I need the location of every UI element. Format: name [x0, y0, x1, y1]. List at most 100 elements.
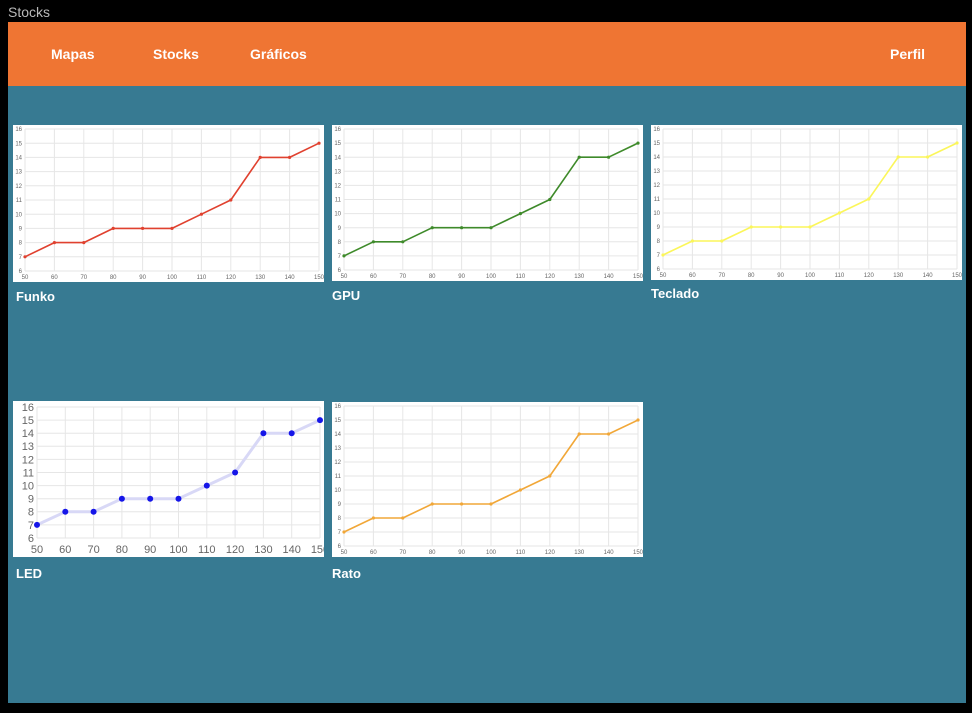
data-point[interactable] — [232, 469, 239, 476]
y-tick-label: 9 — [28, 494, 34, 506]
chart-led: 6 7 8 9 10 11 12 13 14 15 16 50 60 70 80 90 100 110 120 130… — [13, 401, 324, 557]
data-point[interactable] — [118, 495, 125, 502]
data-point[interactable] — [607, 155, 611, 159]
data-point[interactable] — [430, 502, 434, 506]
data-point[interactable] — [317, 141, 321, 145]
y-tick-label: 8 — [338, 516, 342, 522]
data-point[interactable] — [518, 488, 522, 492]
data-point[interactable] — [548, 474, 552, 478]
app-container: Mapas Stocks Gráficos Perfil 6 7 8 9 10 11 12 1… — [8, 22, 966, 703]
nav-perfil[interactable]: Perfil — [890, 46, 925, 62]
data-point[interactable] — [489, 226, 493, 230]
data-point[interactable] — [460, 226, 464, 230]
data-point[interactable] — [34, 521, 40, 528]
x-tick-label: 150 — [311, 544, 324, 556]
y-tick-label: 7 — [338, 530, 342, 536]
data-point[interactable] — [401, 516, 405, 520]
data-point[interactable] — [926, 155, 930, 159]
chart-label-teclado: Teclado — [651, 286, 700, 301]
data-point[interactable] — [258, 155, 262, 159]
data-point[interactable] — [52, 241, 57, 245]
chart-svg: 67891011121314151650 60 70 80 90 100 110 120 130… — [22, 402, 324, 556]
data-point[interactable] — [896, 155, 900, 159]
y-tick-label: 10 — [334, 212, 341, 218]
chart-label-gpu: GPU — [332, 288, 361, 303]
data-point[interactable] — [808, 225, 812, 229]
x-tick-label: 120 — [545, 274, 556, 280]
y-tick-label: 11 — [335, 198, 342, 204]
data-point[interactable] — [342, 530, 346, 534]
y-tick-label: 15 — [653, 141, 660, 147]
data-point[interactable] — [460, 502, 464, 506]
data-point[interactable] — [90, 508, 97, 515]
data-point[interactable] — [430, 226, 434, 230]
chart-gpu: 6 7 8 9 10 11 12 13 14 15 16 50 60 70 80 90 100 110 120 130… — [332, 125, 643, 281]
data-point[interactable] — [371, 240, 375, 244]
x-tick-label: 150 — [314, 275, 324, 281]
data-point[interactable] — [518, 212, 522, 216]
data-point[interactable] — [147, 495, 154, 502]
data-point[interactable] — [661, 253, 665, 257]
x-tick-label: 80 — [429, 550, 436, 556]
data-point[interactable] — [636, 418, 640, 422]
data-point[interactable] — [636, 141, 640, 145]
nav-mapas[interactable]: Mapas — [51, 46, 95, 62]
data-point[interactable] — [577, 155, 581, 159]
x-tick-label: 70 — [718, 273, 725, 279]
y-tick-label: 10 — [334, 488, 341, 494]
data-point[interactable] — [489, 502, 493, 506]
chart-label-led: LED — [16, 566, 42, 581]
data-point[interactable] — [288, 430, 295, 437]
data-point[interactable] — [288, 155, 292, 159]
chart-label-rato: Rato — [332, 566, 361, 581]
y-tick-label: 12 — [22, 454, 34, 466]
x-tick-label: 120 — [226, 275, 237, 281]
window-title: Stocks — [8, 4, 51, 20]
y-tick-label: 13 — [15, 170, 22, 176]
data-point[interactable] — [229, 198, 233, 202]
data-point[interactable] — [955, 141, 959, 145]
data-point[interactable] — [23, 255, 27, 259]
data-point[interactable] — [690, 239, 694, 243]
x-tick-label: 130 — [893, 273, 904, 279]
x-tick-label: 50 — [660, 273, 667, 279]
y-tick-label: 15 — [15, 141, 22, 147]
chart-funko: 6 7 8 9 10 11 12 13 14 15 16 50 60 70 80 90 100 110 120 130… — [13, 125, 324, 282]
data-point[interactable] — [749, 225, 753, 229]
x-tick-label: 140 — [285, 275, 296, 281]
nav-graficos[interactable]: Gráficos — [250, 46, 307, 62]
data-point[interactable] — [199, 212, 203, 216]
data-point[interactable] — [342, 254, 346, 258]
nav-stocks[interactable]: Stocks — [153, 46, 199, 62]
data-point[interactable] — [371, 516, 375, 520]
data-point[interactable] — [82, 241, 86, 245]
data-point[interactable] — [62, 508, 69, 515]
data-point[interactable] — [779, 225, 783, 229]
x-tick-label: 60 — [689, 273, 696, 279]
x-tick-label: 60 — [59, 544, 71, 556]
y-tick-label: 12 — [15, 184, 22, 190]
data-point[interactable] — [401, 240, 405, 244]
data-point[interactable] — [607, 432, 611, 436]
data-point[interactable] — [577, 432, 581, 436]
data-point[interactable] — [203, 482, 210, 489]
x-tick-label: 90 — [458, 274, 465, 280]
y-tick-label: 12 — [334, 184, 341, 190]
data-point[interactable] — [111, 226, 115, 230]
y-tick-label: 10 — [15, 212, 22, 218]
data-point[interactable] — [170, 226, 174, 230]
x-tick-label: 50 — [341, 550, 348, 556]
x-tick-label: 90 — [139, 275, 146, 281]
y-tick-label: 14 — [22, 428, 34, 440]
data-point[interactable] — [175, 495, 182, 502]
x-tick-label: 70 — [87, 544, 99, 556]
data-point[interactable] — [141, 226, 145, 230]
y-tick-label: 15 — [334, 141, 341, 147]
data-point[interactable] — [837, 211, 841, 215]
data-point[interactable] — [867, 197, 871, 201]
data-point[interactable] — [548, 197, 552, 202]
data-point[interactable] — [720, 239, 724, 243]
data-point[interactable] — [317, 417, 323, 424]
x-tick-label: 90 — [144, 544, 156, 556]
data-point[interactable] — [260, 430, 267, 437]
